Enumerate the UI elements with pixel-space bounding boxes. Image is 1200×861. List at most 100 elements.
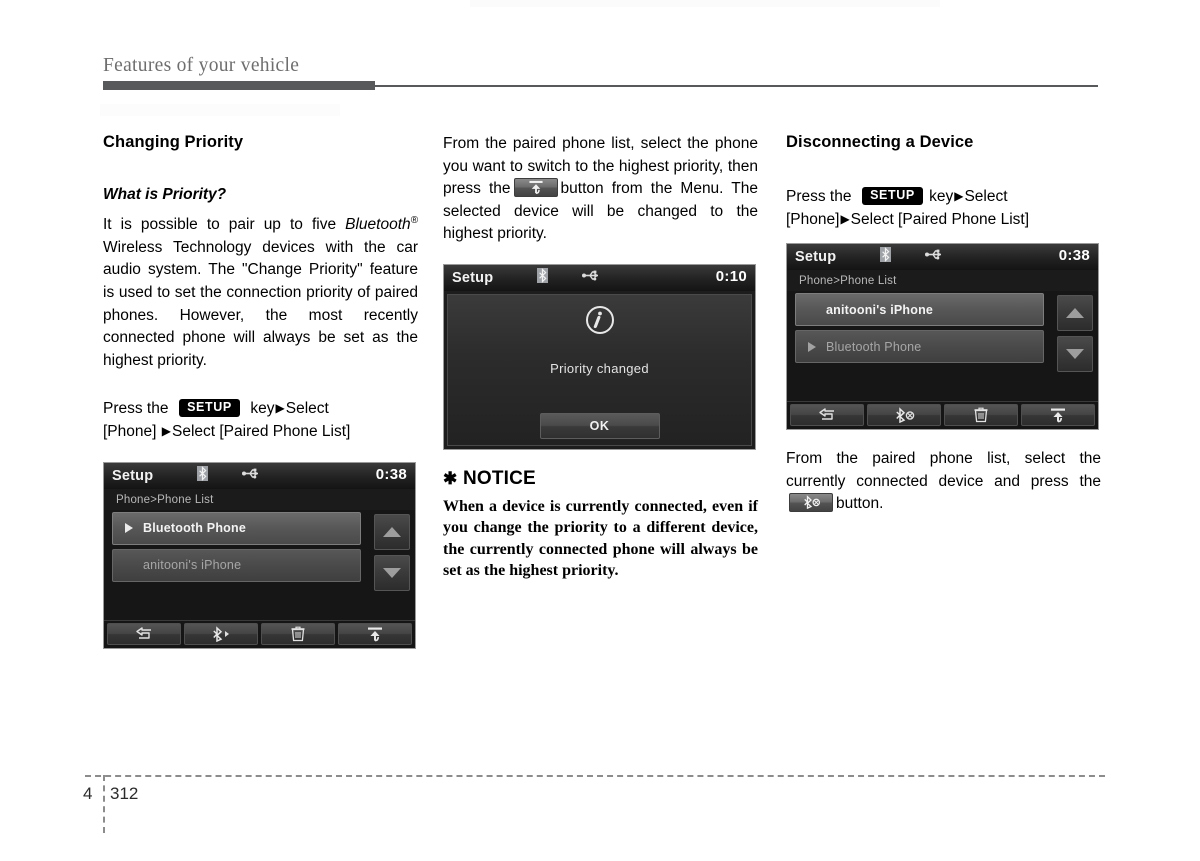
play-triangle-icon — [125, 523, 133, 533]
back-button[interactable] — [790, 404, 864, 427]
delete-button[interactable] — [261, 622, 335, 645]
notice-title: NOTICE — [462, 467, 536, 489]
status-icons — [537, 267, 601, 288]
scroll-up-icon — [1066, 308, 1084, 319]
scroll-up-button[interactable] — [1057, 295, 1093, 332]
notice-body: When a device is currently connected, ev… — [443, 497, 758, 580]
para-text-b: Wireless Technology devices with the car… — [103, 238, 418, 369]
phone-list: anitooni's iPhone Bluetooth Phone — [787, 291, 1098, 401]
column-1: Changing Priority What is Priority? It i… — [103, 133, 418, 649]
dialog-ok-button[interactable]: OK — [539, 412, 660, 439]
list-item[interactable]: anitooni's iPhone — [112, 548, 361, 582]
screen-titlebar: Setup 0:10 — [444, 264, 755, 291]
scrollbar-buttons[interactable] — [374, 513, 410, 591]
back-icon — [136, 626, 151, 639]
scan-artifact-left — [100, 104, 340, 116]
status-icons — [197, 465, 261, 486]
paragraph-change-priority-steps: From the paired phone list, select the p… — [443, 133, 758, 246]
instr-phone-label: [Phone] — [786, 210, 840, 228]
bluetooth-disconnect-chip[interactable] — [789, 492, 833, 512]
page-title: Features of your vehicle — [103, 55, 300, 76]
path-arrow-icon-2: ▶ — [161, 423, 171, 438]
instruction-path-2: Press the SETUP key▶Select [Phone]▶Select… — [786, 186, 1101, 231]
list-item[interactable]: Bluetooth Phone — [795, 330, 1044, 364]
scroll-down-icon — [383, 567, 401, 578]
screen-clock: 0:38 — [1058, 247, 1090, 265]
screen-clock: 0:10 — [715, 267, 747, 285]
priority-up-icon — [528, 181, 543, 195]
subsection-title-what-is-priority: What is Priority? — [103, 186, 227, 203]
scroll-down-button[interactable] — [1057, 336, 1093, 373]
path-arrow-icon: ▶ — [275, 401, 285, 416]
delete-icon — [974, 407, 988, 423]
footer-rule — [85, 775, 1105, 777]
screenshot-phone-list-before: Setup 0:38 Phone>Phone List Bluetooth Ph… — [103, 461, 416, 649]
paragraph-what-is-priority: It is possible to pair up to five Blueto… — [103, 210, 418, 372]
dialog-message: Priority changed — [550, 360, 649, 376]
path-arrow-icon-2: ▶ — [840, 211, 850, 226]
bluetooth-disconnect-button[interactable] — [867, 404, 941, 427]
priority-up-button[interactable] — [338, 622, 412, 645]
footer-chapter-number: 4 — [83, 784, 93, 803]
scroll-up-button[interactable] — [374, 513, 410, 550]
scroll-up-icon — [383, 526, 401, 537]
list-empty-area — [787, 367, 1052, 401]
list-item-label: Bluetooth Phone — [826, 339, 922, 354]
asterisk-icon: ✱ — [443, 468, 458, 488]
instr-press-label: Press the — [786, 188, 852, 205]
screenshot-priority-changed: Setup 0:10 Priority changed OK — [443, 263, 756, 450]
screen-toolbar — [104, 619, 415, 648]
screen-title: Setup — [795, 249, 837, 266]
header-rule-thick — [103, 81, 375, 90]
instr-key-label: key — [250, 400, 275, 418]
bluetooth-disconnect-icon — [804, 495, 821, 510]
column-3: Disconnecting a Device Press the SETUP k… — [786, 133, 1101, 516]
scan-artifact-top — [470, 0, 940, 7]
bluetooth-disconnect-icon — [896, 407, 915, 424]
screenshot-phone-list-after: Setup 0:38 Phone>Phone List anitooni's i… — [786, 243, 1099, 431]
bluetooth-connect-button[interactable] — [184, 622, 258, 645]
instr-key-label: key — [929, 188, 954, 205]
instr-rest-label: Select [Paired Phone List] — [850, 210, 1030, 228]
list-item-label: anitooni's iPhone — [143, 558, 242, 572]
phone-list: Bluetooth Phone anitooni's iPhone — [104, 510, 415, 620]
list-item[interactable]: Bluetooth Phone — [112, 511, 361, 545]
dialog-panel: Priority changed OK — [447, 293, 752, 446]
delete-icon — [291, 626, 305, 641]
usb-icon — [925, 248, 944, 266]
list-item-label: Bluetooth Phone — [143, 521, 246, 535]
scrollbar-buttons[interactable] — [1057, 295, 1093, 373]
screen-body: anitooni's iPhone Bluetooth Phone — [787, 291, 1098, 430]
setup-key-badge[interactable]: SETUP — [862, 187, 923, 205]
footer-page-number: 312 — [110, 784, 139, 803]
screen-breadcrumb: Phone>Phone List — [104, 488, 415, 510]
screen-body: Bluetooth Phone anitooni's iPhone — [104, 509, 415, 648]
screen-clock: 0:38 — [375, 465, 407, 483]
setup-key-badge[interactable]: SETUP — [179, 399, 240, 417]
play-triangle-icon — [808, 341, 816, 352]
list-item-label: anitooni's iPhone — [826, 302, 934, 317]
footer-divider — [103, 775, 105, 833]
priority-up-chip[interactable] — [513, 177, 558, 197]
bluetooth-connect-icon — [213, 625, 229, 642]
section-title-disconnecting-device: Disconnecting a Device — [786, 133, 974, 151]
bluetooth-wordmark: Bluetooth — [345, 216, 411, 234]
scroll-down-icon — [1066, 349, 1084, 360]
bluetooth-icon — [537, 267, 549, 288]
delete-button[interactable] — [944, 404, 1018, 427]
para-text-a: From the paired phone list, select the c… — [786, 450, 1101, 490]
priority-up-button[interactable] — [1021, 404, 1095, 427]
page-header: Features of your vehicle — [103, 55, 1098, 95]
bluetooth-icon — [197, 465, 209, 486]
path-arrow-icon: ▶ — [954, 189, 964, 203]
instr-phone-label: [Phone] — [103, 422, 157, 440]
paragraph-disconnect-steps: From the paired phone list, select the c… — [786, 448, 1101, 516]
screen-toolbar — [787, 401, 1098, 430]
info-icon — [585, 305, 615, 340]
section-title-changing-priority: Changing Priority — [103, 133, 244, 151]
scroll-down-button[interactable] — [374, 554, 410, 591]
list-item[interactable]: anitooni's iPhone — [795, 293, 1044, 327]
back-button[interactable] — [107, 622, 181, 645]
usb-icon — [582, 269, 601, 287]
back-icon — [819, 408, 834, 420]
